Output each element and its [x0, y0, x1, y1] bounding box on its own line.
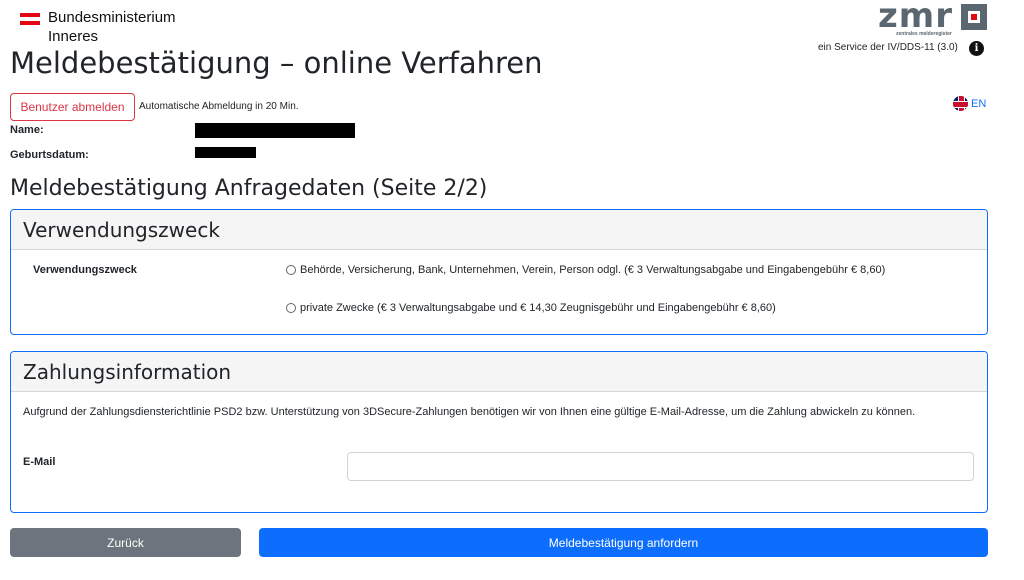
ministry-name-line2: Inneres: [48, 28, 99, 45]
birthdate-label: Geburtsdatum:: [10, 149, 89, 161]
purpose-option-authority[interactable]: Behörde, Versicherung, Bank, Unternehmen…: [286, 264, 885, 276]
zmr-logo-subtitle: zentrales melderegister: [896, 31, 952, 37]
language-switch[interactable]: EN: [953, 96, 986, 111]
zmr-logo-square-icon: [961, 4, 987, 30]
service-text: ein Service der IV/DDS-11 (3.0): [818, 42, 958, 53]
radio-button[interactable]: [286, 265, 296, 275]
email-input[interactable]: [347, 452, 974, 481]
austria-flag-icon: [20, 13, 40, 25]
auto-logout-text: Automatische Abmeldung in 20 Min.: [139, 101, 299, 112]
name-value-redacted: [195, 123, 355, 138]
payment-info-text: Aufgrund der Zahlungsdiensterichtlinie P…: [23, 406, 916, 418]
info-icon[interactable]: i: [969, 41, 984, 56]
email-label: E-Mail: [23, 456, 56, 468]
logout-button[interactable]: Benutzer abmelden: [10, 93, 135, 121]
request-confirmation-button[interactable]: Meldebestätigung anfordern: [259, 528, 988, 557]
language-label: EN: [971, 97, 987, 110]
page-title: Meldebestätigung – online Verfahren: [10, 46, 543, 80]
purpose-option-private[interactable]: private Zwecke (€ 3 Verwaltungsabgabe un…: [286, 302, 776, 314]
section-title: Meldebestätigung Anfragedaten (Seite 2/2…: [10, 176, 488, 201]
purpose-card-title: Verwendungszweck: [11, 210, 987, 250]
payment-card: Zahlungsinformation Aufgrund der Zahlung…: [10, 351, 988, 513]
uk-flag-icon: [953, 96, 968, 111]
purpose-option-label: Behörde, Versicherung, Bank, Unternehmen…: [300, 264, 886, 276]
name-label: Name:: [10, 124, 44, 136]
purpose-card: Verwendungszweck Verwendungszweck Behörd…: [10, 209, 988, 335]
zmr-logo: zmr: [878, 0, 953, 36]
purpose-option-label: private Zwecke (€ 3 Verwaltungsabgabe un…: [300, 302, 776, 314]
birthdate-value-redacted: [195, 147, 256, 158]
payment-card-title: Zahlungsinformation: [11, 352, 987, 392]
purpose-field-label: Verwendungszweck: [33, 264, 137, 276]
back-button[interactable]: Zurück: [10, 528, 241, 557]
ministry-name-line1: Bundesministerium: [48, 9, 176, 26]
radio-button[interactable]: [286, 303, 296, 313]
